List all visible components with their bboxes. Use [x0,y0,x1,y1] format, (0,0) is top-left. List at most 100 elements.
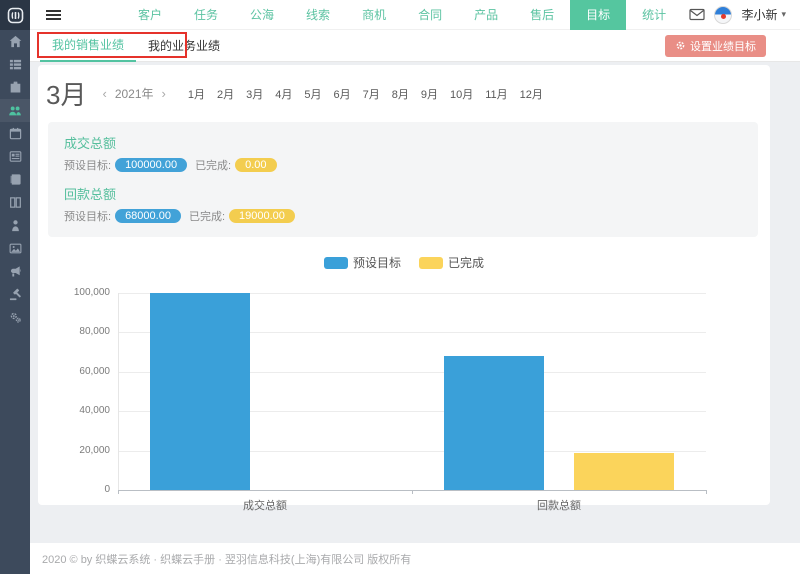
sidebar-item-notebook[interactable] [0,168,30,191]
kanban-icon [9,196,22,209]
home-icon [9,35,22,48]
preset-label: 预设目标: [64,157,111,173]
calendar-icon [9,127,22,140]
month-5[interactable]: 5月 [298,86,327,102]
month-8[interactable]: 8月 [386,86,415,102]
sidebar-item-kanban[interactable] [0,191,30,214]
y-axis-tick-label: 100,000 [38,287,110,298]
topbar: 客户 任务 公海 线索 商机 合同 产品 售后 目标 统计 李小新 ▾ [30,0,800,30]
bar-预设目标-成交总额 [150,293,250,490]
month-11[interactable]: 11月 [479,86,513,102]
footer: 2020 © by 织蝶云系统 · 织蝶云手册 · 翌羽信息科技(上海)有限公司… [30,543,800,574]
y-axis-line [118,293,119,490]
target-title: 成交总额 [64,133,742,152]
x-axis-tick [118,490,119,494]
legend-swatch [419,257,443,269]
month-3[interactable]: 3月 [240,86,269,102]
sidebar [0,0,30,574]
image-icon [9,242,22,255]
target-payment-total: 回款总额 预设目标: 68000.00 已完成: 19000.00 [64,184,742,224]
chevron-down-icon: ▾ [781,9,786,20]
notebook-icon [9,173,22,186]
sidebar-item-team[interactable] [0,99,30,122]
nav-item-statistics[interactable]: 统计 [626,0,682,30]
user-name: 李小新 [741,6,777,23]
sidebar-item-settings[interactable] [0,306,30,329]
next-year-button[interactable]: › [160,86,168,101]
nav-item-leads[interactable]: 线索 [290,0,346,30]
nav-item-aftersales[interactable]: 售后 [514,0,570,30]
x-axis-category-label: 成交总额 [205,497,325,513]
done-value-badge: 19000.00 [229,209,295,223]
x-axis-tick [412,490,413,494]
gear-icon [675,40,686,51]
legend-swatch [324,257,348,269]
gavel-icon [9,288,22,301]
list-icon [9,58,22,71]
nav-item-opportunities[interactable]: 商机 [346,0,402,30]
user-area: 李小新 ▾ [689,6,800,24]
avatar[interactable] [714,6,732,24]
month-12[interactable]: 12月 [514,86,549,102]
menu-toggle-button[interactable] [30,0,76,30]
month-2[interactable]: 2月 [211,86,240,102]
chart-legend: 预设目标 已完成 [38,254,770,271]
sidebar-item-auction[interactable] [0,283,30,306]
tab-label: 我的销售业绩 [52,36,124,53]
tab-my-business-performance[interactable]: 我的业务业绩 [136,30,232,62]
nav-item-tasks[interactable]: 任务 [178,0,234,30]
main-nav: 客户 任务 公海 线索 商机 合同 产品 售后 目标 统计 [122,0,682,30]
nav-item-customers[interactable]: 客户 [122,0,178,30]
x-axis-tick [706,490,707,494]
month-9[interactable]: 9月 [415,86,444,102]
briefcase-icon [9,81,22,94]
sidebar-item-calendar[interactable] [0,122,30,145]
bar-预设目标-回款总额 [444,356,544,490]
prev-year-button[interactable]: ‹ [100,86,108,101]
nav-item-products[interactable]: 产品 [458,0,514,30]
month-4[interactable]: 4月 [269,86,298,102]
legend-label: 已完成 [448,254,484,271]
done-label: 已完成: [195,157,231,173]
month-7[interactable]: 7月 [357,86,386,102]
done-label: 已完成: [189,208,225,224]
month-10[interactable]: 10月 [444,86,479,102]
tab-my-sales-performance[interactable]: 我的销售业绩 [40,30,136,62]
preset-label: 预设目标: [64,208,111,224]
app-window: 客户 任务 公海 线索 商机 合同 产品 售后 目标 统计 李小新 ▾ 我的销售业… [0,0,800,574]
tabbar: 我的销售业绩 我的业务业绩 设置业绩目标 [30,30,800,62]
sidebar-item-announce[interactable] [0,260,30,283]
set-performance-target-button[interactable]: 设置业绩目标 [665,35,766,57]
sidebar-item-briefcase[interactable] [0,76,30,99]
sidebar-item-list[interactable] [0,53,30,76]
app-logo[interactable] [0,0,30,30]
team-icon [8,104,22,117]
nav-item-contracts[interactable]: 合同 [402,0,458,30]
legend-item-预设目标[interactable]: 预设目标 [324,254,401,271]
y-axis-tick-label: 40,000 [38,405,110,416]
orders-icon [9,150,22,163]
button-label: 设置业绩目标 [690,38,756,54]
preset-value-badge: 100000.00 [115,158,187,172]
performance-card: 3月 ‹ 2021年 › 1月 2月 3月 4月 5月 6月 7月 8月 9月 … [38,65,770,505]
user-menu[interactable]: 李小新 ▾ [741,6,786,23]
y-axis-tick-label: 0 [38,484,110,495]
mail-icon[interactable] [689,8,705,21]
sidebar-item-home[interactable] [0,30,30,53]
sidebar-item-gallery[interactable] [0,237,30,260]
app-logo-icon [7,7,24,24]
month-1[interactable]: 1月 [182,86,211,102]
month-6[interactable]: 6月 [327,86,356,102]
sidebar-item-orders[interactable] [0,145,30,168]
cogs-icon [9,311,22,324]
tab-label: 我的业务业绩 [148,37,220,54]
legend-label: 预设目标 [353,254,401,271]
tabs: 我的销售业绩 我的业务业绩 [40,30,232,62]
legend-item-已完成[interactable]: 已完成 [419,254,484,271]
sidebar-item-person[interactable] [0,214,30,237]
y-axis-tick-label: 80,000 [38,326,110,337]
target-title: 回款总额 [64,184,742,203]
target-summary: 成交总额 预设目标: 100000.00 已完成: 0.00 回款总额 预设目标… [48,122,758,237]
nav-item-targets[interactable]: 目标 [570,0,626,30]
nav-item-public-pool[interactable]: 公海 [234,0,290,30]
